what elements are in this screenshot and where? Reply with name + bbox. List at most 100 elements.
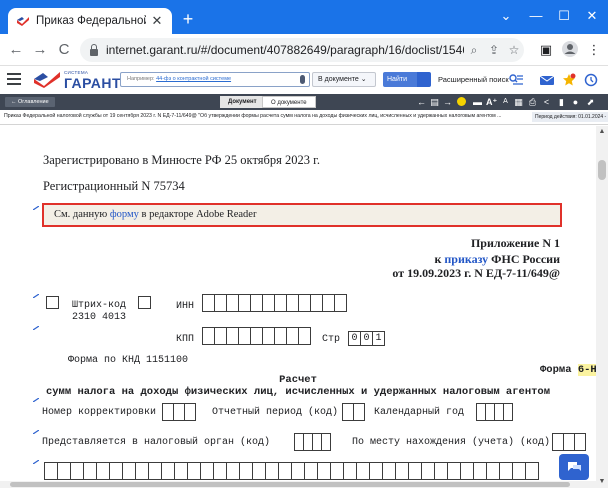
name-cell[interactable]	[148, 462, 162, 480]
period-cell[interactable]	[353, 403, 365, 421]
vertical-scrollbar[interactable]: ▲ ▼	[596, 126, 608, 488]
page-number-cell[interactable]: 1	[372, 331, 385, 346]
name-cell[interactable]	[239, 462, 253, 480]
profile-icon[interactable]	[560, 40, 580, 60]
back-button[interactable]: ←	[6, 40, 26, 60]
hamburger-menu-icon[interactable]	[7, 73, 21, 85]
font-decrease-icon[interactable]: A	[500, 97, 511, 107]
highlight-icon[interactable]	[456, 97, 467, 107]
location-cell[interactable]	[574, 433, 586, 451]
share-doc-icon[interactable]: <	[541, 97, 552, 107]
name-cell[interactable]	[109, 462, 123, 480]
form-link[interactable]: форму	[110, 209, 139, 220]
bookmark-doc-icon[interactable]: ▮	[556, 97, 567, 107]
name-cell[interactable]	[252, 462, 266, 480]
name-cell[interactable]	[356, 462, 370, 480]
horizontal-scroll-thumb[interactable]	[10, 482, 570, 487]
advanced-search-icon[interactable]	[509, 74, 523, 85]
name-cell[interactable]	[96, 462, 110, 480]
year-cell[interactable]	[503, 403, 513, 421]
horizontal-scrollbar[interactable]	[0, 481, 596, 488]
vertical-scroll-thumb[interactable]	[598, 160, 606, 180]
name-cell[interactable]	[408, 462, 422, 480]
search-placeholder-link[interactable]: 44-фз о контрактной системе	[156, 76, 231, 82]
name-cell[interactable]	[57, 462, 71, 480]
name-cell[interactable]	[265, 462, 279, 480]
kpp-cell[interactable]	[298, 327, 311, 345]
name-cell[interactable]	[122, 462, 136, 480]
side-panel-icon[interactable]: ▣	[536, 40, 556, 60]
name-cell[interactable]	[499, 462, 513, 480]
name-cell[interactable]	[486, 462, 500, 480]
messages-icon[interactable]	[540, 73, 554, 87]
font-increase-icon[interactable]: A⁺	[486, 97, 497, 107]
name-cell[interactable]	[447, 462, 461, 480]
name-cell[interactable]	[434, 462, 448, 480]
name-cell[interactable]	[278, 462, 292, 480]
name-cell[interactable]	[135, 462, 149, 480]
scroll-up-arrow-icon[interactable]: ▲	[596, 128, 608, 135]
prev-arrow-icon[interactable]: ←	[416, 97, 427, 107]
paragraph-marker-icon[interactable]	[33, 326, 39, 330]
find-button[interactable]: Найти	[383, 72, 417, 87]
name-cell[interactable]	[525, 462, 539, 480]
bookmark-star-icon[interactable]: ☆	[504, 43, 524, 57]
search-scope-select[interactable]: В документе ⌄	[312, 72, 376, 87]
name-cell[interactable]	[317, 462, 331, 480]
tax-organ-cell[interactable]	[321, 433, 331, 451]
name-cell[interactable]	[291, 462, 305, 480]
microphone-icon[interactable]	[300, 75, 305, 84]
minimize-window-button[interactable]: —	[524, 6, 548, 26]
scroll-down-arrow-icon[interactable]: ▼	[596, 478, 608, 485]
garant-logo[interactable]: СИСТЕМА ГАРАНТ	[34, 69, 121, 91]
maximize-window-button[interactable]: ☐	[552, 6, 576, 26]
name-cell[interactable]	[83, 462, 97, 480]
more-tools-icon[interactable]: ⬈	[585, 97, 596, 107]
name-cell[interactable]	[460, 462, 474, 480]
name-cell[interactable]	[44, 462, 58, 480]
name-cell[interactable]	[343, 462, 357, 480]
correction-cell[interactable]	[184, 403, 196, 421]
validity-period-badge[interactable]: Период действия: 01.01.2024 -	[532, 112, 608, 122]
print-icon[interactable]: ⎙	[527, 97, 538, 107]
name-cell[interactable]	[187, 462, 201, 480]
word-export-icon[interactable]: ▦	[513, 97, 524, 107]
name-cell[interactable]	[395, 462, 409, 480]
name-cell[interactable]	[473, 462, 487, 480]
favorites-star-icon[interactable]	[562, 73, 576, 87]
name-cell[interactable]	[70, 462, 84, 480]
name-cell[interactable]	[382, 462, 396, 480]
name-cell[interactable]	[512, 462, 526, 480]
name-cell[interactable]	[200, 462, 214, 480]
name-cell[interactable]	[213, 462, 227, 480]
share-icon[interactable]: ⇪	[484, 43, 504, 57]
document-list-icon[interactable]: ▤	[429, 97, 440, 107]
find-dropdown-button[interactable]	[417, 72, 431, 87]
tab-close-icon[interactable]: ✕	[150, 13, 164, 29]
inn-cell[interactable]	[334, 294, 347, 312]
tab-about-document[interactable]: О документе	[262, 96, 316, 108]
paragraph-marker-icon[interactable]	[33, 294, 39, 298]
next-arrow-icon[interactable]: →	[442, 97, 453, 107]
order-link[interactable]: приказу	[444, 252, 488, 266]
close-window-button[interactable]: ✕	[580, 6, 604, 26]
zoom-icon[interactable]: ⌕	[464, 43, 484, 58]
online-chat-button[interactable]	[559, 454, 589, 480]
tab-document[interactable]: Документ	[220, 96, 265, 108]
name-cell[interactable]	[161, 462, 175, 480]
name-cell[interactable]	[226, 462, 240, 480]
paragraph-marker-icon[interactable]	[33, 398, 39, 402]
paragraph-marker-icon[interactable]	[33, 460, 39, 464]
new-tab-button[interactable]: +	[178, 9, 198, 29]
name-cell[interactable]	[421, 462, 435, 480]
paragraph-marker-icon[interactable]	[33, 430, 39, 434]
name-cell[interactable]	[304, 462, 318, 480]
contents-back-button[interactable]: ← Оглавление	[5, 97, 55, 107]
tab-search-icon[interactable]: ⌄	[494, 6, 518, 26]
address-bar[interactable]: internet.garant.ru/#/document/407882649/…	[80, 38, 524, 62]
info-icon[interactable]: ●	[570, 97, 581, 107]
browser-menu-icon[interactable]: ⋮	[584, 40, 604, 60]
name-cell[interactable]	[369, 462, 383, 480]
paragraph-marker-icon[interactable]	[33, 206, 39, 210]
garant-search-input[interactable]: Например: 44-фз о контрактной системе	[120, 72, 310, 87]
